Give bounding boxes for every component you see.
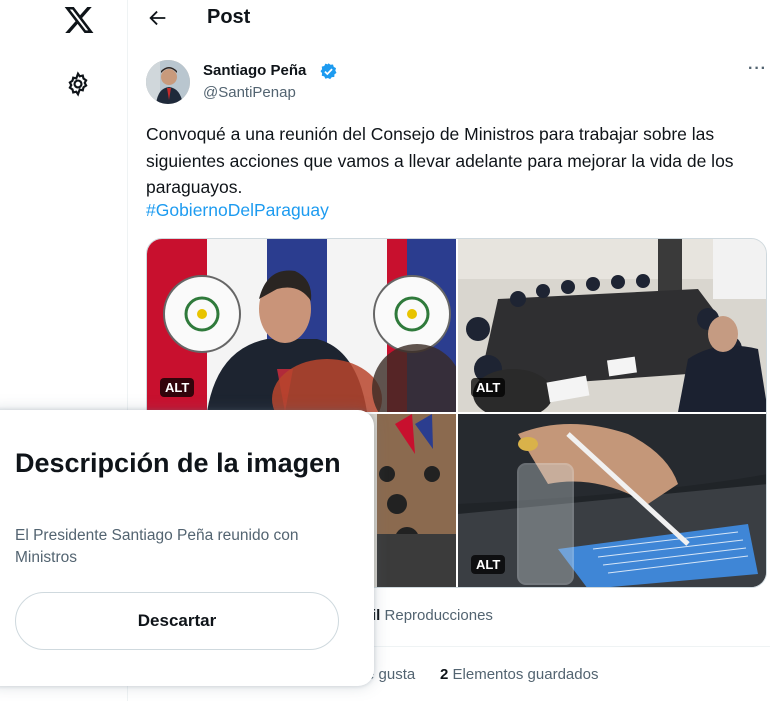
photo-4[interactable]: ALT [458, 414, 766, 587]
hashtag-link[interactable]: #GobiernoDelParaguay [146, 200, 329, 221]
views-stat[interactable]: il Reproducciones [372, 607, 493, 624]
alt-text-popup: Descripción de la imagen El Presidente S… [0, 410, 374, 686]
x-logo-icon[interactable] [63, 4, 95, 36]
post-header: Post [129, 0, 770, 38]
views-label: Reproducciones [384, 607, 493, 624]
tweet-text: Convoqué a una reunión del Consejo de Mi… [146, 124, 734, 197]
verified-badge-icon [320, 63, 337, 80]
back-arrow-icon[interactable] [147, 7, 169, 29]
page-title: Post [207, 6, 251, 28]
alt-badge[interactable]: ALT [471, 378, 506, 397]
alt-badge[interactable]: ALT [471, 555, 506, 574]
alt-badge[interactable]: ALT [160, 378, 195, 397]
saved-label: Elementos guardados [452, 666, 599, 683]
author-name[interactable]: Santiago Peña [203, 62, 306, 79]
saved-stat[interactable]: 2 Elementos guardados [440, 666, 598, 683]
avatar[interactable] [146, 60, 190, 104]
gear-icon[interactable] [65, 71, 91, 97]
saved-count: 2 [440, 666, 449, 683]
more-options-icon[interactable]: ··· [748, 60, 767, 78]
dismiss-button[interactable]: Descartar [15, 592, 339, 650]
alt-popup-description: El Presidente Santiago Peña reunido con … [15, 527, 299, 566]
photo-2[interactable]: ALT [458, 239, 766, 412]
author-handle[interactable]: @SantiPenap [203, 84, 296, 101]
alt-popup-title: Descripción de la imagen [15, 448, 341, 478]
photo-1[interactable]: ALT [147, 239, 456, 412]
